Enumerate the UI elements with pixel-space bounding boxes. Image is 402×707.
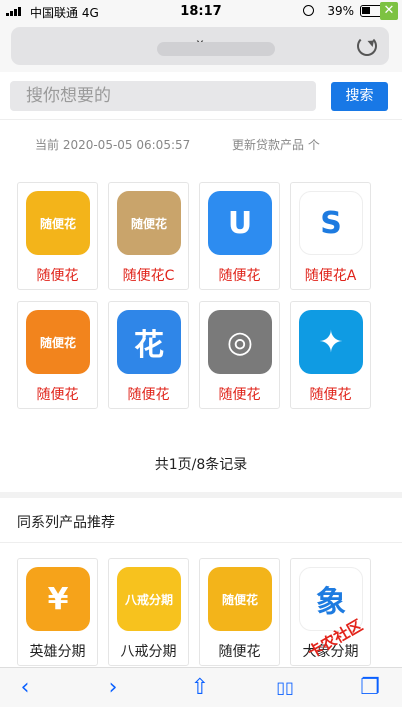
search-button[interactable]: 搜索 (331, 82, 388, 111)
share-icon[interactable]: ⇧ (185, 676, 215, 700)
status-bar: 中国联通 4G 18:17 39% ✕ (0, 0, 402, 22)
product-card[interactable]: U 随便花 (199, 182, 280, 290)
product-logo-icon: ✦ (299, 310, 363, 374)
current-time: 当前 2020-05-05 06:05:57 (35, 138, 191, 152)
related-title: 同系列产品推荐 (17, 515, 115, 531)
browser-url-bar: x (0, 22, 402, 72)
product-card[interactable]: ¥ 英雄分期 (17, 558, 98, 666)
back-icon[interactable]: ‹ (10, 676, 40, 700)
updated-products: 更新贷款产品 个 (232, 138, 320, 152)
product-logo-icon: 随便花 (26, 310, 90, 374)
product-name: 随便花 (218, 268, 261, 284)
product-name: 随便花 (218, 644, 261, 660)
update-info: 当前 2020-05-05 06:05:57 更新贷款产品 个 (0, 132, 402, 154)
redacted-url (157, 42, 275, 56)
product-card[interactable]: 随便花 随便花 (17, 301, 98, 409)
product-name: 随便花C (122, 268, 175, 284)
tabs-icon[interactable]: ❐ (355, 676, 385, 700)
product-card[interactable]: 随便花随便花C (108, 182, 189, 290)
product-name: 随便花 (36, 268, 79, 284)
product-name: 英雄分期 (29, 644, 86, 660)
search-bar: 搜你想要的 搜索 (0, 72, 402, 120)
divider (0, 542, 402, 543)
product-grid: 随便花 随便花 随便花 随便花C U 随便花 S 随便花A 随便花 随便花花随便花 ◎ 随便花 ✦ 随便花 (17, 182, 371, 409)
product-logo-icon: ◎ (208, 310, 272, 374)
product-logo-icon: 随便花 (208, 567, 272, 631)
browser-toolbar: ‹ › ⇧ ▯▯ ❐ (0, 667, 402, 707)
product-name: 随便花 (309, 387, 352, 403)
product-card[interactable]: 八戒分期 八戒分期 (108, 558, 189, 666)
close-icon[interactable]: ✕ (380, 2, 398, 20)
web-page: 搜你想要的 搜索 当前 2020-05-05 06:05:57 更新贷款产品 个… (0, 72, 402, 667)
product-name: 随便花 (218, 387, 261, 403)
product-logo-icon: 花 (117, 310, 181, 374)
pagination-info: 共1页/8条记录 (154, 457, 248, 473)
rotation-lock-icon (303, 5, 314, 16)
product-logo-icon: ¥ (26, 567, 90, 631)
product-name: 随便花 (127, 387, 170, 403)
forward-icon[interactable]: › (98, 676, 128, 700)
product-card[interactable]: ◎ 随便花 (199, 301, 280, 409)
product-logo-icon: 随便花 (117, 191, 181, 255)
battery-percent: 39% (327, 4, 354, 18)
product-card[interactable]: S 随便花A (290, 182, 371, 290)
product-card[interactable]: 花随便花 (108, 301, 189, 409)
reload-icon[interactable] (357, 36, 377, 56)
section-divider (0, 492, 402, 498)
search-input[interactable]: 搜你想要的 (10, 81, 316, 111)
product-name: 随便花 (36, 387, 79, 403)
product-name: 八戒分期 (120, 644, 177, 660)
product-card[interactable]: ✦ 随便花 (290, 301, 371, 409)
address-field[interactable]: x (11, 27, 389, 65)
bookmarks-icon[interactable]: ▯▯ (270, 676, 300, 700)
product-logo-icon: S (299, 191, 363, 255)
product-logo-icon: U (208, 191, 272, 255)
product-logo-icon: 八戒分期 (117, 567, 181, 631)
product-name: 随便花A (304, 268, 357, 284)
product-card[interactable]: 随便花 随便花 (17, 182, 98, 290)
product-logo-icon: 随便花 (26, 191, 90, 255)
product-card[interactable]: 随便花 随便花 (199, 558, 280, 666)
